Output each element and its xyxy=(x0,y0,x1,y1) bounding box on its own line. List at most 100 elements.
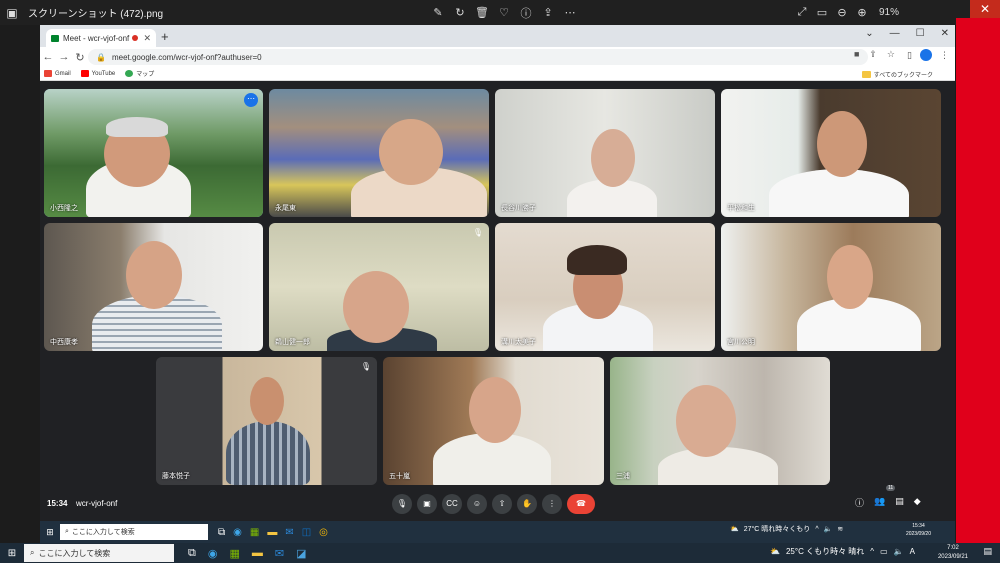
camera-icon[interactable]: ■ xyxy=(854,49,859,60)
participant-tile[interactable]: 宮川公明 xyxy=(721,223,941,351)
more-icon[interactable]: ⋯ xyxy=(562,6,578,19)
rotate-icon[interactable]: ↻ xyxy=(452,6,468,19)
explorer-icon[interactable]: ▬ xyxy=(252,547,263,560)
share-page-icon[interactable]: ⇪ xyxy=(869,49,877,60)
close-button[interactable]: ✕ xyxy=(970,0,1000,18)
menu-icon[interactable]: ⋮ xyxy=(940,50,949,61)
mail-icon[interactable]: ✉ xyxy=(275,547,284,560)
edge-icon[interactable]: ◉ xyxy=(233,527,242,538)
zoom-in-icon[interactable]: ⊕ xyxy=(855,6,869,19)
chevron-up-icon[interactable]: ^ xyxy=(870,547,874,556)
more-icon[interactable]: ⋯ xyxy=(244,93,258,107)
store-icon[interactable]: ▦ xyxy=(250,527,259,538)
participant-tile[interactable]: 長谷川勝子 xyxy=(495,89,715,217)
camera-button[interactable]: ▣ xyxy=(417,494,437,514)
zoom-out-icon[interactable]: ⊖ xyxy=(835,6,849,19)
store-icon[interactable]: ▦ xyxy=(229,547,239,560)
participant-name: 藤本悦子 xyxy=(162,473,190,480)
slideshow-icon[interactable]: ▭ xyxy=(815,6,829,19)
chevron-up-icon[interactable]: ^ xyxy=(815,526,818,533)
tab-meet[interactable]: Meet - wcr-vjof-onf ✕ xyxy=(46,29,156,47)
inner-search-box[interactable]: ⌕ ここに入力して検索 xyxy=(60,524,208,540)
outer-clock[interactable]: 7:02 2023/09/21 xyxy=(938,544,968,562)
more-options-button[interactable]: ⋮ xyxy=(542,494,562,514)
raise-hand-button[interactable]: ✋ xyxy=(517,494,537,514)
bookmark-youtube[interactable]: YouTube xyxy=(80,70,115,77)
captions-button[interactable]: CC xyxy=(442,494,462,514)
outer-system-tray: ⛅ 25°C くもり時々 晴れ ^ ▭ 🔈 A xyxy=(770,546,915,557)
share-icon[interactable]: ⇪ xyxy=(540,6,556,19)
participant-tile[interactable]: 三浦 xyxy=(610,357,830,485)
delete-icon[interactable]: 🗑 xyxy=(474,6,490,19)
edge-icon[interactable]: ◉ xyxy=(208,547,218,560)
address-bar[interactable]: 🔒 meet.google.com/wcr-vjof-onf?authuser=… xyxy=(88,49,868,65)
participant-name: 鵜山健一郎 xyxy=(275,339,310,346)
speaker-icon[interactable]: 🔈 xyxy=(824,525,833,533)
participant-name: 中西康孝 xyxy=(50,339,78,346)
heart-icon[interactable]: ♡ xyxy=(496,6,512,19)
emoji-button[interactable]: ☺ xyxy=(467,494,487,514)
star-icon[interactable]: ☆ xyxy=(887,49,895,60)
task-view-icon[interactable]: ⧉ xyxy=(188,547,196,560)
speaker-icon[interactable]: 🔈 xyxy=(894,547,904,556)
participant-tile[interactable]: 五十嵐 xyxy=(383,357,604,485)
mic-button[interactable]: 🎙 xyxy=(392,494,412,514)
minimize-icon[interactable]: — xyxy=(890,28,900,39)
participant-tile[interactable]: 平松和生 xyxy=(721,89,941,217)
meeting-code: wcr-vjof-onf xyxy=(76,499,118,508)
window-controls: ⌄ — ☐ ✕ xyxy=(865,28,949,39)
new-tab-icon[interactable]: + xyxy=(161,29,169,44)
chevron-down-icon[interactable]: ⌄ xyxy=(865,28,873,39)
maximize-icon[interactable]: ☐ xyxy=(916,28,925,39)
youtube-icon xyxy=(80,70,89,77)
weather-icon: ⛅ xyxy=(730,526,739,533)
participant-tile[interactable]: ⋯ 小西隆之 xyxy=(44,89,263,217)
activities-icon[interactable]: ◆ xyxy=(914,496,921,509)
all-bookmarks[interactable]: すべてのブックマーク xyxy=(861,70,933,79)
url-text: meet.google.com/wcr-vjof-onf?authuser=0 xyxy=(111,52,262,62)
bookmark-gmail[interactable]: Gmail xyxy=(44,70,71,77)
end-call-button[interactable]: ☎ xyxy=(567,494,595,514)
outer-search-box[interactable]: ⌕ ここに入力して検索 xyxy=(24,544,174,562)
participant-tile[interactable]: 中西康孝 xyxy=(44,223,263,351)
fullscreen-icon[interactable]: ⤢ xyxy=(795,6,809,19)
people-icon[interactable]: 👥 xyxy=(874,496,885,509)
explorer-icon[interactable]: ▬ xyxy=(267,527,277,538)
meet-controls: 🎙 ▣ CC ☺ ⇧ ✋ ⋮ ☎ xyxy=(392,494,595,514)
mic-off-icon: 🎙 xyxy=(360,362,371,371)
outlook-icon[interactable]: ◫ xyxy=(302,527,311,538)
reload-icon[interactable]: ↻ xyxy=(72,51,88,64)
network-icon[interactable]: ▭ xyxy=(880,547,888,556)
bookmark-maps[interactable]: マップ xyxy=(125,69,154,78)
sidepanel-icon[interactable]: ▯ xyxy=(907,50,912,61)
participant-tile[interactable]: 溝川太美子 xyxy=(495,223,715,351)
task-view-icon[interactable]: ⧉ xyxy=(218,527,225,538)
participant-tile[interactable]: 永尾東 xyxy=(269,89,489,217)
search-icon: ⌕ xyxy=(65,528,69,535)
bookmarks-bar: Gmail YouTube マップ すべてのブックマーク xyxy=(40,67,955,81)
close-tab-icon[interactable]: ✕ xyxy=(143,33,151,44)
close-window-icon[interactable]: ✕ xyxy=(941,28,949,39)
chrome-icon[interactable]: ◎ xyxy=(319,527,328,538)
edit-icon[interactable]: ✎ xyxy=(430,6,446,19)
info-icon[interactable]: ⓘ xyxy=(518,5,534,21)
participant-tile[interactable]: 🎙 鵜山健一郎 xyxy=(269,223,489,351)
meeting-time: 15:34 xyxy=(47,499,68,508)
photos-icon[interactable]: ◪ xyxy=(296,547,306,560)
windows-start-icon[interactable]: ⊞ xyxy=(40,527,60,538)
wifi-icon[interactable]: ≋ xyxy=(837,525,843,533)
forward-icon[interactable]: → xyxy=(56,51,72,63)
notification-icon[interactable]: ▤ xyxy=(983,546,992,557)
inner-clock[interactable]: 15:34 2023/09/20 xyxy=(906,522,931,538)
participant-tile[interactable]: 🎙 藤本悦子 xyxy=(156,357,377,485)
info-icon[interactable]: ⓘ xyxy=(855,496,864,509)
chat-icon[interactable]: ▤ xyxy=(895,496,904,509)
browser-tabstrip: Meet - wcr-vjof-onf ✕ + ⌄ — ☐ ✕ xyxy=(40,25,955,47)
back-icon[interactable]: ← xyxy=(40,51,56,63)
avatar[interactable] xyxy=(920,49,932,61)
language-indicator[interactable]: A xyxy=(910,547,915,556)
present-button[interactable]: ⇧ xyxy=(492,494,512,514)
participant-count-badge: 11 xyxy=(886,485,896,491)
windows-start-icon[interactable]: ⊞ xyxy=(0,548,24,559)
mail-icon[interactable]: ✉ xyxy=(285,527,293,538)
